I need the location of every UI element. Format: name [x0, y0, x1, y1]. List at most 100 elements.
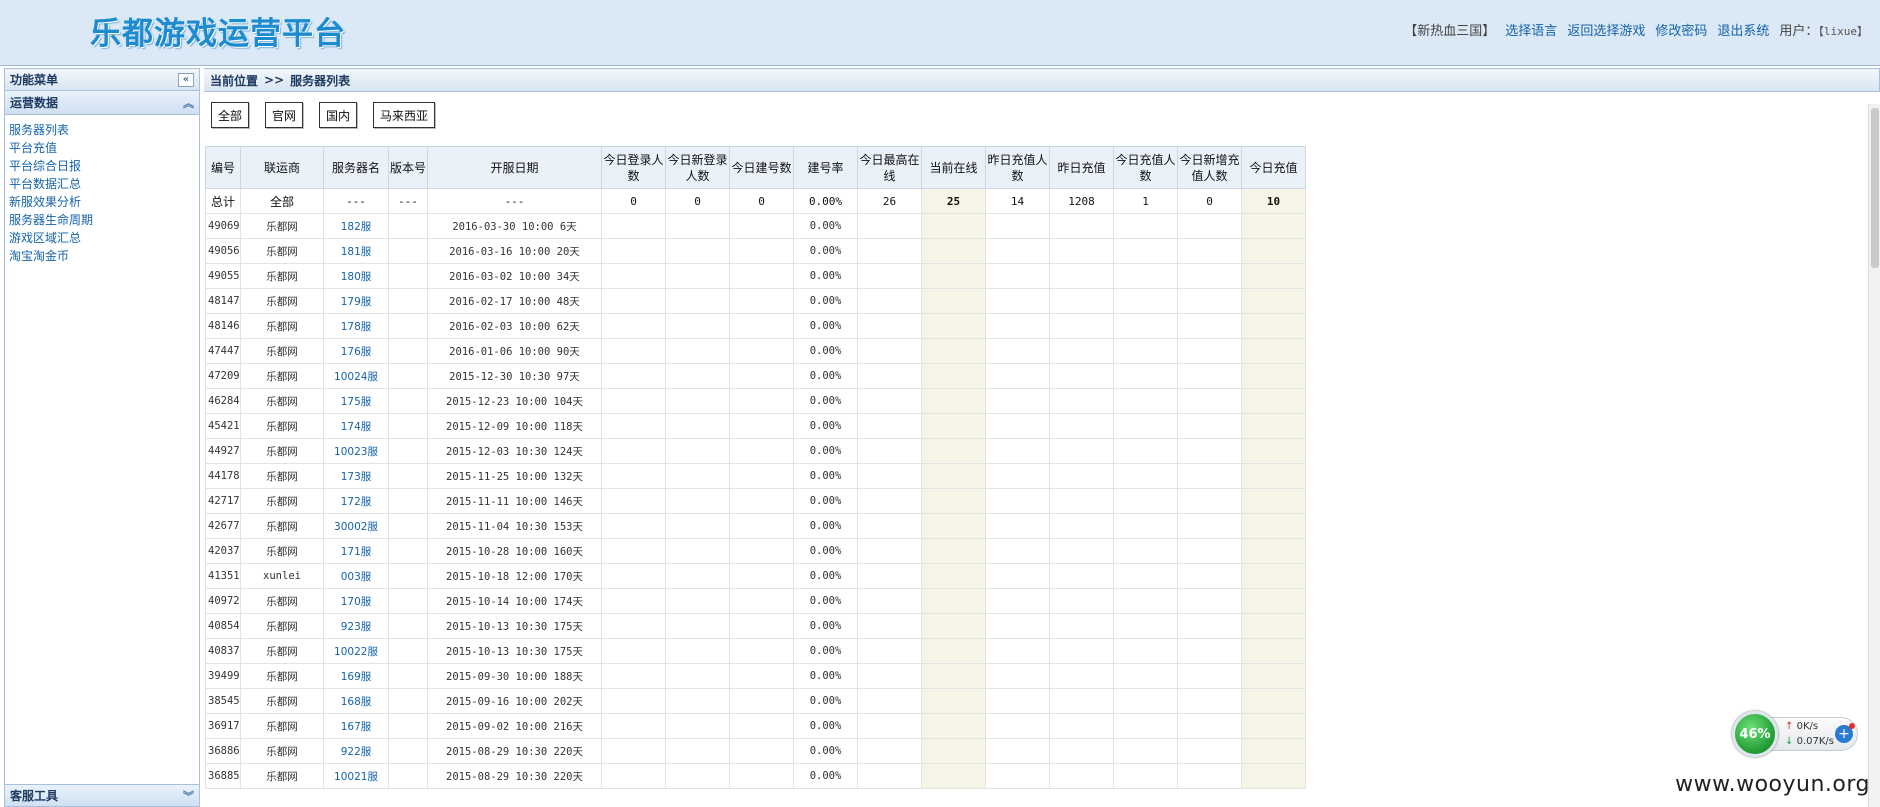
server-name-link[interactable]: 167服 — [341, 721, 372, 733]
sidebar-item-region-summary[interactable]: 游戏区域汇总 — [9, 229, 199, 247]
filter-malaysia-button[interactable]: 马来西亚 — [373, 102, 436, 128]
cell-server-link[interactable]: 176服 — [323, 338, 389, 364]
cell-today-logins — [601, 263, 666, 289]
cell-server-link[interactable]: 10024服 — [323, 363, 389, 389]
nav-logout[interactable]: 退出系统 — [1717, 20, 1769, 39]
cell-server-link[interactable]: 171服 — [323, 538, 389, 564]
filter-official-button[interactable]: 官网 — [265, 102, 304, 128]
cell-server-link[interactable]: 180服 — [323, 263, 389, 289]
filter-all-button[interactable]: 全部 — [211, 102, 250, 128]
server-name-link[interactable]: 178服 — [341, 321, 372, 333]
col-today-logins[interactable]: 今日登录人数 — [601, 146, 666, 189]
server-name-link[interactable]: 180服 — [341, 271, 372, 283]
col-today-created[interactable]: 今日建号数 — [729, 146, 794, 189]
server-name-link[interactable]: 181服 — [341, 246, 372, 258]
cell-current-online — [921, 413, 986, 439]
server-name-link[interactable]: 174服 — [341, 421, 372, 433]
nav-change-password[interactable]: 修改密码 — [1655, 20, 1707, 39]
cell-server-link[interactable]: 169服 — [323, 663, 389, 689]
server-name-link[interactable]: 10023服 — [334, 446, 378, 458]
cell-today-payers — [1113, 213, 1178, 239]
open-date: 2016-03-02 10:00 — [449, 270, 551, 283]
sidebar-item-server-list[interactable]: 服务器列表 — [9, 121, 199, 139]
server-name-link[interactable]: 10022服 — [334, 646, 378, 658]
server-name-link[interactable]: 10024服 — [334, 371, 378, 383]
col-version[interactable]: 版本号 — [388, 146, 428, 189]
server-name-link[interactable]: 170服 — [341, 596, 372, 608]
cell-peak-online — [857, 688, 922, 714]
server-name-link[interactable]: 003服 — [341, 571, 372, 583]
col-id[interactable]: 编号 — [205, 146, 241, 189]
col-yesterday-recharge[interactable]: 昨日充值 — [1049, 146, 1114, 189]
cell-server-link[interactable]: 10023服 — [323, 438, 389, 464]
col-today-payers[interactable]: 今日充值人数 — [1113, 146, 1178, 189]
sidebar-item-taobao-coins[interactable]: 淘宝淘金币 — [9, 247, 199, 265]
col-yesterday-payers[interactable]: 昨日充值人数 — [985, 146, 1050, 189]
cell-server-link[interactable]: 178服 — [323, 313, 389, 339]
cell-id: 42677 — [205, 513, 241, 539]
sidebar-item-platform-recharge[interactable]: 平台充值 — [9, 139, 199, 157]
cell-current-online — [921, 288, 986, 314]
network-speed-widget[interactable]: ↑ 0K/s ↓ 0.07K/s + 46% — [1732, 711, 1860, 757]
sidebar-item-data-summary[interactable]: 平台数据汇总 — [9, 175, 199, 193]
col-open-date[interactable]: 开服日期 — [427, 146, 602, 189]
col-agent[interactable]: 联运商 — [240, 146, 324, 189]
cell-server-link[interactable]: 10022服 — [323, 638, 389, 664]
vertical-scrollbar[interactable] — [1868, 104, 1880, 807]
cell-server-link[interactable]: 179服 — [323, 288, 389, 314]
col-current-online[interactable]: 当前在线 — [921, 146, 986, 189]
double-chevron-up-icon[interactable]: ︽ — [183, 95, 194, 111]
sidebar-group-customer-tools[interactable]: 客服工具 ︾ — [5, 784, 199, 806]
total-cell: 1 — [1113, 188, 1178, 214]
col-create-rate[interactable]: 建号率 — [793, 146, 858, 189]
cell-server-link[interactable]: 172服 — [323, 488, 389, 514]
server-name-link[interactable]: 172服 — [341, 496, 372, 508]
cell-open-date: 2015-09-02 10:00 216天 — [427, 713, 602, 739]
cell-today-new-logins — [665, 713, 730, 739]
col-today-recharge[interactable]: 今日充值 — [1241, 146, 1306, 189]
server-name-link[interactable]: 182服 — [341, 221, 372, 233]
server-name-link[interactable]: 169服 — [341, 671, 372, 683]
nav-back-select-game[interactable]: 返回选择游戏 — [1567, 20, 1645, 39]
server-name-link[interactable]: 171服 — [341, 546, 372, 558]
server-name-link[interactable]: 10021服 — [334, 771, 378, 783]
col-today-new-logins[interactable]: 今日新登录人数 — [665, 146, 730, 189]
server-name-link[interactable]: 923服 — [341, 621, 372, 633]
server-name-link[interactable]: 922服 — [341, 746, 372, 758]
col-today-new-payers[interactable]: 今日新增充值人数 — [1177, 146, 1242, 189]
double-chevron-left-icon[interactable]: « — [178, 72, 194, 87]
server-name-link[interactable]: 30002服 — [334, 521, 378, 533]
cell-server-link[interactable]: 003服 — [323, 563, 389, 589]
cell-server-link[interactable]: 30002服 — [323, 513, 389, 539]
cell-server-link[interactable]: 175服 — [323, 388, 389, 414]
cell-server-link[interactable]: 174服 — [323, 413, 389, 439]
server-name-link[interactable]: 168服 — [341, 696, 372, 708]
col-today-peak-online[interactable]: 今日最高在线 — [857, 146, 922, 189]
double-chevron-down-icon[interactable]: ︾ — [183, 788, 194, 804]
memory-percent-ring[interactable]: 46% — [1732, 711, 1778, 757]
sidebar-group-ops-data[interactable]: 运营数据 ︽ — [5, 91, 199, 115]
server-name-link[interactable]: 175服 — [341, 396, 372, 408]
cell-current-online — [921, 388, 986, 414]
sidebar-item-server-lifecycle[interactable]: 服务器生命周期 — [9, 211, 199, 229]
server-name-link[interactable]: 179服 — [341, 296, 372, 308]
server-name-link[interactable]: 176服 — [341, 346, 372, 358]
scrollbar-thumb[interactable] — [1871, 108, 1879, 268]
filter-domestic-button[interactable]: 国内 — [319, 102, 358, 128]
col-server-name[interactable]: 服务器名 — [323, 146, 389, 189]
cell-server-link[interactable]: 923服 — [323, 613, 389, 639]
cell-server-link[interactable]: 173服 — [323, 463, 389, 489]
cell-server-link[interactable]: 922服 — [323, 738, 389, 764]
days-open: 34天 — [556, 270, 580, 283]
days-open: 220天 — [553, 745, 583, 758]
cell-server-link[interactable]: 181服 — [323, 238, 389, 264]
sidebar-item-daily-report[interactable]: 平台综合日报 — [9, 157, 199, 175]
server-name-link[interactable]: 173服 — [341, 471, 372, 483]
sidebar-item-new-server-analysis[interactable]: 新服效果分析 — [9, 193, 199, 211]
cell-server-link[interactable]: 10021服 — [323, 763, 389, 789]
nav-select-language[interactable]: 选择语言 — [1505, 20, 1557, 39]
cell-server-link[interactable]: 182服 — [323, 213, 389, 239]
cell-server-link[interactable]: 168服 — [323, 688, 389, 714]
cell-server-link[interactable]: 167服 — [323, 713, 389, 739]
cell-server-link[interactable]: 170服 — [323, 588, 389, 614]
